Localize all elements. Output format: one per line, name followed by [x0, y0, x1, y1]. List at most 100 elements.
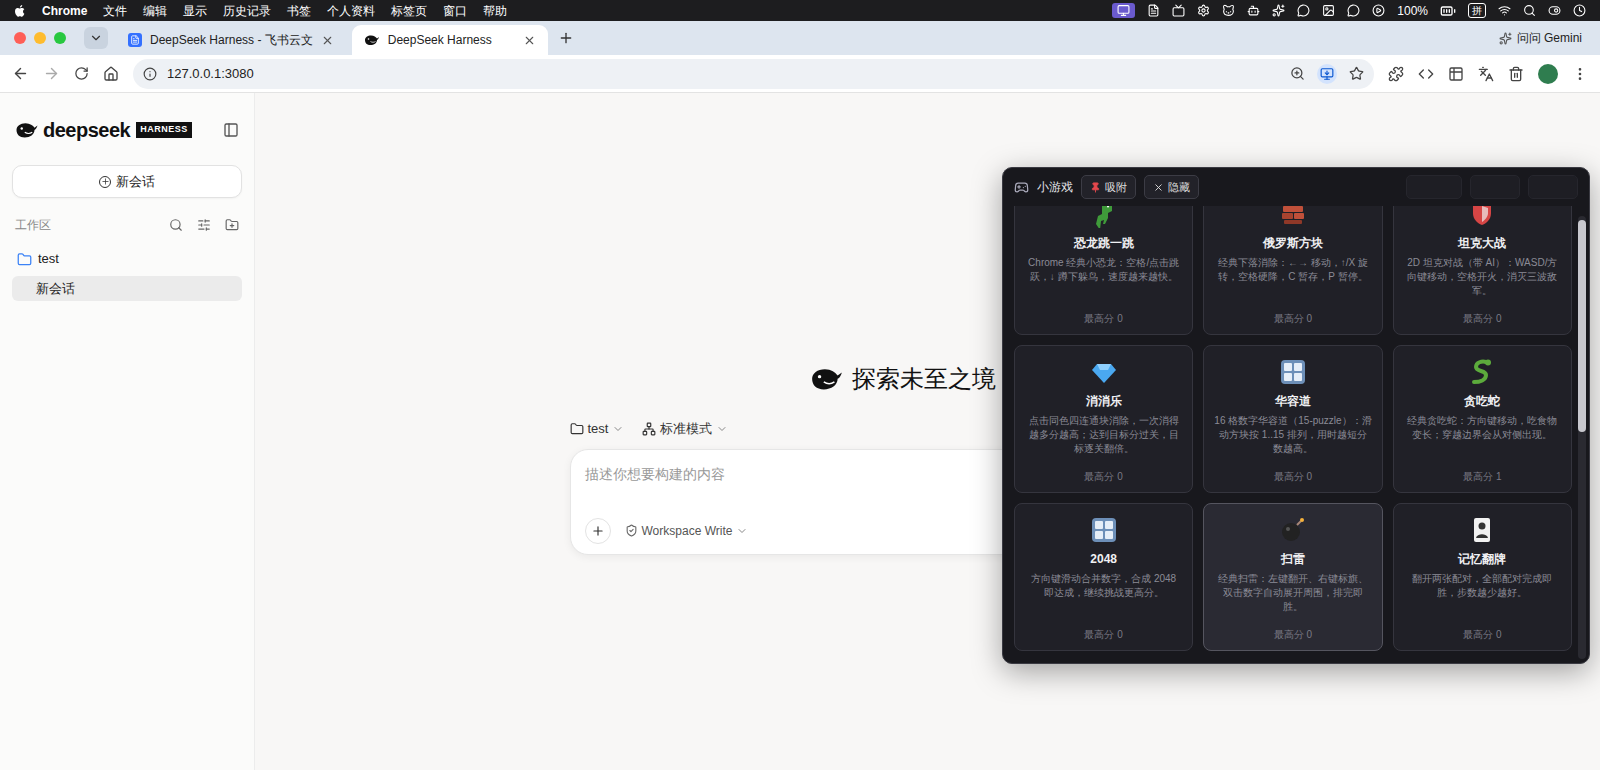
status-item[interactable]	[1112, 3, 1135, 18]
sheet-extension-icon[interactable]	[1448, 66, 1464, 82]
menu-item[interactable]: 书签	[287, 2, 311, 20]
menu-item[interactable]: 个人资料	[327, 2, 375, 20]
control-center-icon[interactable]	[1548, 4, 1561, 17]
forward-icon[interactable]	[43, 65, 60, 82]
games-panel[interactable]: 小游戏吸附隐藏恐龙跳一跳Chrome 经典小恐龙：空格/点击跳跃，↓ 蹲下躲鸟，…	[1002, 167, 1590, 664]
collapse-sidebar-icon[interactable]	[223, 122, 239, 138]
status-app-icon[interactable]	[1147, 4, 1160, 17]
browser-tab[interactable]: DeepSeek Harness	[352, 25, 548, 55]
menu-app-name[interactable]: Chrome	[42, 2, 87, 20]
blank-button[interactable]	[1406, 175, 1462, 199]
gemini-button[interactable]: 问问 Gemini	[1499, 29, 1582, 47]
address-bar[interactable]: 127.0.0.1:3080	[133, 59, 1374, 89]
status-item[interactable]	[1372, 4, 1385, 17]
new-folder-icon[interactable]	[225, 218, 239, 232]
status-item[interactable]	[1147, 4, 1160, 17]
game-card[interactable]: 华容道16 格数字华容道（15-puzzle）：滑动方块按 1..15 排列，用…	[1203, 345, 1382, 493]
zoom-icon[interactable]	[1290, 66, 1305, 81]
spotlight-icon[interactable]	[1523, 4, 1536, 17]
chip-label: test	[588, 419, 609, 439]
menu-item[interactable]: 标签页	[391, 2, 427, 20]
folder-row[interactable]: test	[12, 248, 242, 270]
status-item[interactable]	[1222, 4, 1235, 17]
devtools-icon[interactable]	[1418, 66, 1434, 82]
filter-icon[interactable]	[197, 218, 211, 232]
menu-item[interactable]: 历史记录	[223, 2, 271, 20]
status-item[interactable]	[1297, 4, 1310, 17]
clock-icon[interactable]	[1573, 4, 1586, 17]
status-app-icon[interactable]	[1347, 4, 1360, 17]
status-app-icon[interactable]	[1297, 4, 1310, 17]
install-button[interactable]	[1317, 64, 1337, 84]
mode-icon	[642, 422, 656, 436]
bookmark-icon[interactable]	[1349, 66, 1364, 81]
site-info-icon[interactable]	[143, 67, 157, 81]
game-card[interactable]: 扫雷经典扫雷：左键翻开、右键标旗、双击数字自动展开周围，排完即胜。最高分 0	[1203, 503, 1382, 651]
search-icon[interactable]	[169, 218, 183, 232]
menu-item[interactable]: 帮助	[483, 2, 507, 20]
games-scroll-area[interactable]: 恐龙跳一跳Chrome 经典小恐龙：空格/点击跳跃，↓ 蹲下躲鸟，速度越来越快。…	[1003, 206, 1589, 663]
battery-icon[interactable]	[1440, 3, 1456, 19]
tab-search-button[interactable]	[84, 27, 108, 49]
address-text[interactable]: 127.0.0.1:3080	[167, 64, 254, 84]
game-card[interactable]: 贪吃蛇经典贪吃蛇：方向键移动，吃食物变长；穿越边界会从对侧出现。最高分 1	[1393, 345, 1572, 493]
browser-tab[interactable]: DeepSeek Harness - 飞书云文	[116, 25, 346, 55]
menu-item[interactable]: 编辑	[143, 2, 167, 20]
home-icon[interactable]	[103, 66, 119, 82]
selector-chip[interactable]: test	[570, 419, 625, 439]
status-item[interactable]	[1247, 4, 1260, 17]
close-tab-icon[interactable]	[321, 34, 334, 47]
status-app-icon[interactable]	[1172, 4, 1185, 17]
panel-button[interactable]: 吸附	[1081, 175, 1136, 199]
scrollbar-track[interactable]	[1578, 216, 1586, 659]
panel-header[interactable]: 小游戏吸附隐藏	[1003, 168, 1589, 206]
apple-icon[interactable]	[14, 4, 26, 18]
session-item[interactable]: 新会话	[12, 276, 242, 301]
permission-select[interactable]: Workspace Write	[625, 522, 749, 540]
game-card[interactable]: 恐龙跳一跳Chrome 经典小恐龙：空格/点击跳跃，↓ 蹲下躲鸟，速度越来越快。…	[1014, 206, 1193, 335]
status-app-icon[interactable]	[1222, 4, 1235, 17]
menu-item[interactable]: 显示	[183, 2, 207, 20]
translate-icon[interactable]	[1478, 66, 1494, 82]
status-item[interactable]	[1347, 4, 1360, 17]
menu-icon[interactable]	[1572, 66, 1588, 82]
status-app-icon[interactable]	[1117, 4, 1130, 17]
panel-button[interactable]: 隐藏	[1144, 175, 1199, 199]
close-tab-icon[interactable]	[523, 34, 536, 47]
game-card[interactable]: 坦克大战2D 坦克对战（带 AI）：WASD/方向键移动，空格开火，消灭三波敌军…	[1393, 206, 1572, 335]
session-label: 新会话	[36, 279, 75, 299]
close-light[interactable]	[14, 32, 26, 44]
status-item[interactable]	[1172, 4, 1185, 17]
profile-avatar[interactable]	[1538, 64, 1558, 84]
game-card[interactable]: 记忆翻牌翻开两张配对，全部配对完成即胜，步数越少越好。最高分 0	[1393, 503, 1572, 651]
game-card[interactable]: 2048方向键滑动合并数字，合成 2048 即达成，继续挑战更高分。最高分 0	[1014, 503, 1193, 651]
menu-item[interactable]: 窗口	[443, 2, 467, 20]
selector-chip[interactable]: 标准模式	[642, 419, 728, 439]
scrollbar-thumb[interactable]	[1578, 220, 1586, 432]
game-card[interactable]: 消消乐点击同色四连通块消除，一次消得越多分越高；达到目标分过关，目标逐关翻倍。最…	[1014, 345, 1193, 493]
back-icon[interactable]	[12, 65, 29, 82]
blank-button[interactable]	[1528, 175, 1578, 199]
status-item[interactable]	[1272, 4, 1285, 17]
attach-button[interactable]	[585, 518, 611, 544]
status-item[interactable]	[1197, 4, 1210, 17]
game-card[interactable]: 俄罗斯方块经典下落消除：←→ 移动，↑/X 旋转，空格硬降，C 暂存，P 暂停。…	[1203, 206, 1382, 335]
minimize-light[interactable]	[34, 32, 46, 44]
status-item[interactable]	[1322, 4, 1335, 17]
status-app-icon[interactable]	[1272, 4, 1285, 17]
reload-icon[interactable]	[74, 66, 89, 81]
trash-icon[interactable]	[1508, 66, 1524, 82]
status-app-icon[interactable]	[1322, 4, 1335, 17]
blank-button[interactable]	[1470, 175, 1520, 199]
new-tab-button[interactable]	[558, 30, 574, 46]
status-app-icon[interactable]	[1372, 4, 1385, 17]
extensions-icon[interactable]	[1388, 66, 1404, 82]
new-chat-button[interactable]: 新会话	[12, 165, 242, 198]
menu-item[interactable]: 文件	[103, 2, 127, 20]
input-method[interactable]: 拼	[1468, 3, 1486, 18]
status-app-icon[interactable]	[1197, 4, 1210, 17]
status-app-icon[interactable]	[1247, 4, 1260, 17]
game-description: 翻开两张配对，全部配对完成即胜，步数越少越好。	[1404, 572, 1561, 600]
zoom-light[interactable]	[54, 32, 66, 44]
wifi-icon[interactable]	[1498, 4, 1511, 17]
